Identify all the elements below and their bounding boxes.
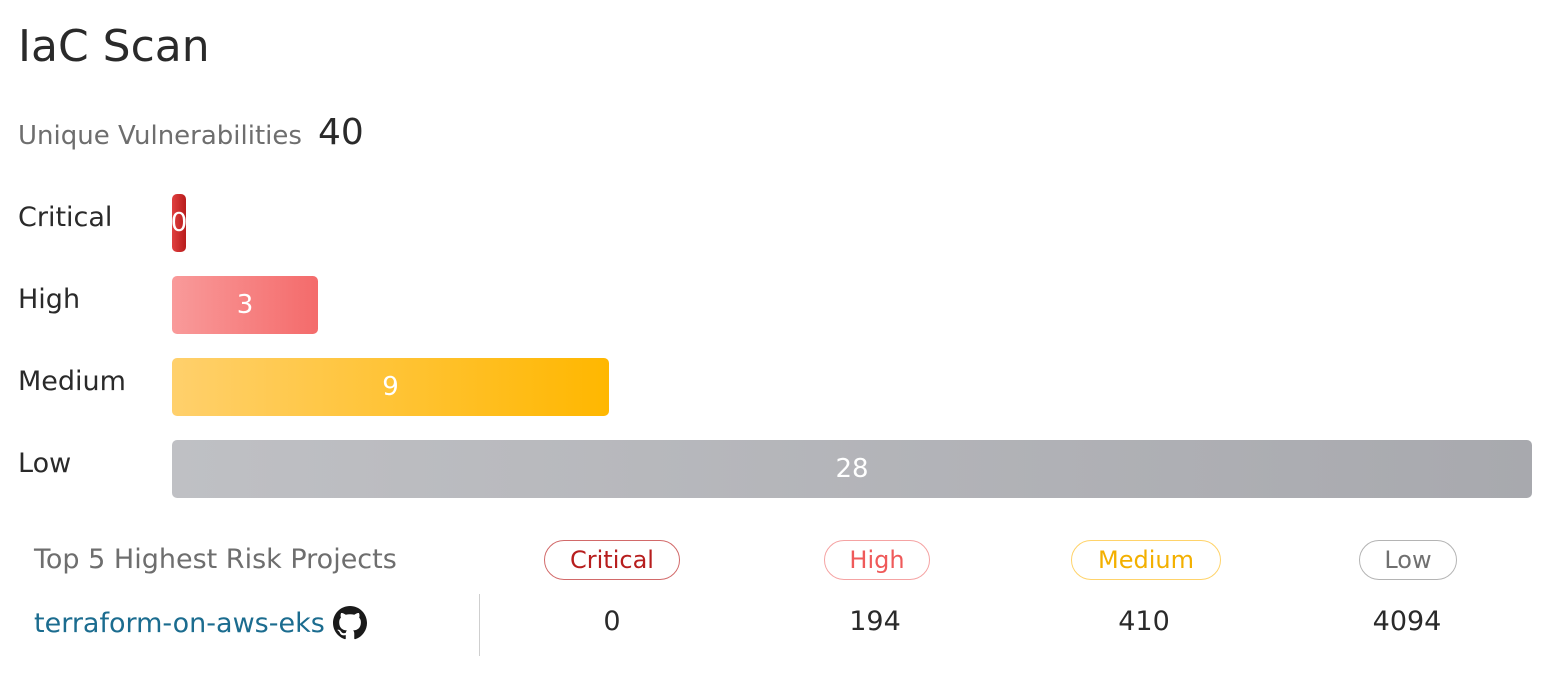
unique-vulnerabilities: Unique Vulnerabilities 40 [18,112,364,153]
severity-row-medium: Medium 9 [0,358,1556,416]
severity-bar-high[interactable]: 3 [172,276,318,334]
low-column-pill: Low [1359,540,1457,580]
project-medium-count: 410 [1118,606,1170,637]
severity-row-high: High 3 [0,276,1556,334]
risk-projects-title: Top 5 Highest Risk Projects [34,544,397,575]
table-row: terraform-on-aws-eks 0 194 410 4094 [0,594,1556,656]
severity-label-medium: Medium [18,366,126,397]
project-low-count: 4094 [1372,606,1442,637]
project-link[interactable]: terraform-on-aws-eks [34,608,325,639]
github-icon[interactable] [332,606,367,640]
severity-bar-high-value: 3 [236,290,254,320]
page-title: IaC Scan [18,21,210,72]
severity-bar-medium[interactable]: 9 [172,358,609,416]
project-cell: terraform-on-aws-eks [34,606,367,640]
medium-column-pill: Medium [1071,540,1221,580]
severity-label-critical: Critical [18,202,113,233]
severity-bar-critical[interactable]: 0 [172,194,186,252]
project-high-count: 194 [849,606,901,637]
unique-vulnerabilities-label: Unique Vulnerabilities [18,121,302,151]
unique-vulnerabilities-count: 40 [317,112,364,153]
project-critical-count: 0 [603,606,621,637]
risk-projects-header: Top 5 Highest Risk Projects Critical Hig… [0,538,1556,586]
severity-row-low: Low 28 [0,440,1556,498]
severity-row-critical: Critical 0 [0,194,1556,252]
severity-bar-critical-value: 0 [172,208,186,238]
severity-label-high: High [18,284,81,315]
high-column-pill: High [824,540,930,580]
severity-bar-low[interactable]: 28 [172,440,1532,498]
severity-label-low: Low [18,448,72,479]
column-divider [479,594,480,656]
critical-column-pill: Critical [544,540,680,580]
severity-bar-low-value: 28 [835,454,869,484]
severity-bar-medium-value: 9 [382,372,399,402]
